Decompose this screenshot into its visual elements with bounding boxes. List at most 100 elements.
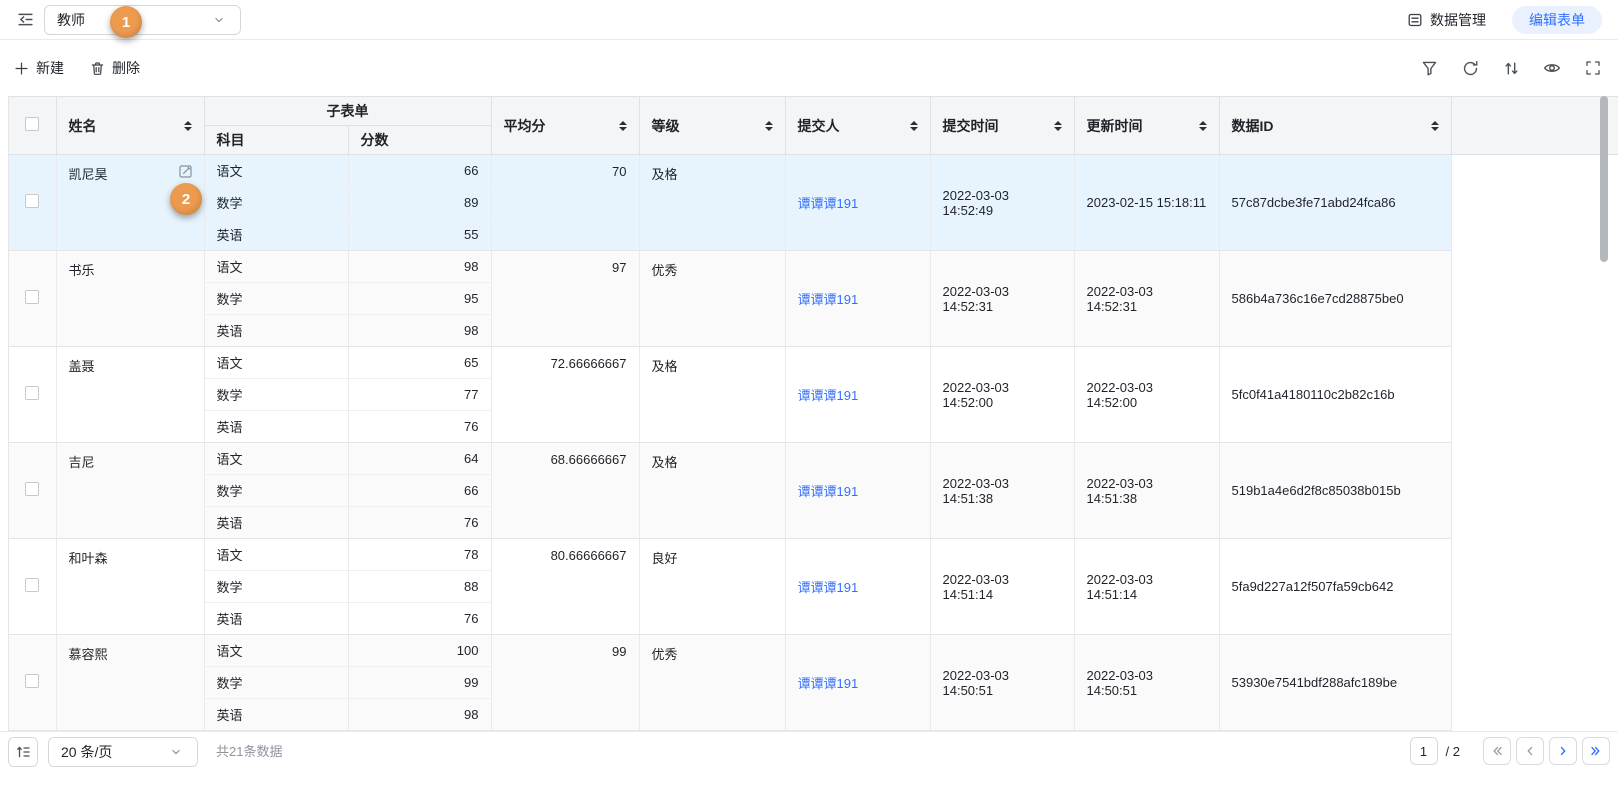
col-header-score: 分数 bbox=[348, 126, 491, 155]
row-checkbox[interactable] bbox=[25, 386, 39, 400]
score-cell: 89 bbox=[348, 187, 491, 219]
edit-form-button[interactable]: 编辑表单 bbox=[1512, 6, 1602, 34]
filter-icon[interactable] bbox=[1418, 57, 1440, 79]
update-time-cell: 2022-03-03 14:51:38 bbox=[1074, 443, 1219, 539]
select-all-checkbox[interactable] bbox=[25, 117, 39, 131]
row-select-cell bbox=[9, 443, 56, 539]
average-cell: 70 bbox=[491, 155, 639, 251]
student-name-cell: 和叶森 bbox=[56, 539, 204, 635]
sort-caret-icon[interactable] bbox=[619, 121, 627, 131]
score-cell: 77 bbox=[348, 379, 491, 411]
col-header-submit-time[interactable]: 提交时间 bbox=[930, 97, 1074, 155]
subject-cell: 数学 bbox=[204, 379, 348, 411]
submitter-link[interactable]: 谭谭谭191 bbox=[798, 484, 859, 499]
row-checkbox[interactable] bbox=[25, 194, 39, 208]
menu-fold-icon[interactable] bbox=[14, 9, 36, 31]
average-cell: 97 bbox=[491, 251, 639, 347]
sort-caret-icon[interactable] bbox=[1199, 121, 1207, 131]
submitter-link[interactable]: 谭谭谭191 bbox=[798, 580, 859, 595]
trash-icon bbox=[90, 61, 105, 76]
col-header-submitter[interactable]: 提交人 bbox=[785, 97, 930, 155]
table-row[interactable]: 书乐语文9897优秀谭谭谭1912022-03-03 14:52:312022-… bbox=[9, 251, 1618, 283]
data-manage-label: 数据管理 bbox=[1430, 10, 1486, 30]
visibility-eye-icon[interactable] bbox=[1541, 57, 1563, 79]
score-cell: 98 bbox=[348, 251, 491, 283]
col-header-name[interactable]: 姓名 bbox=[56, 97, 204, 155]
sort-caret-icon[interactable] bbox=[1431, 121, 1439, 131]
score-cell: 76 bbox=[348, 411, 491, 443]
submitter-link[interactable]: 谭谭谭191 bbox=[798, 676, 859, 691]
row-height-button[interactable] bbox=[8, 737, 38, 767]
new-record-button[interactable]: 新建 bbox=[14, 58, 64, 78]
edit-row-icon[interactable] bbox=[178, 163, 194, 182]
student-name-cell: 吉尼 bbox=[56, 443, 204, 539]
col-header-grade[interactable]: 等级 bbox=[639, 97, 785, 155]
subject-cell: 数学 bbox=[204, 187, 348, 219]
table-row[interactable]: 吉尼语文6468.66666667及格谭谭谭1912022-03-03 14:5… bbox=[9, 443, 1618, 475]
filler-cell bbox=[1451, 155, 1618, 251]
grade-cell: 及格 bbox=[639, 347, 785, 443]
row-checkbox[interactable] bbox=[25, 482, 39, 496]
student-name: 盖聂 bbox=[69, 359, 95, 374]
row-select-cell bbox=[9, 347, 56, 443]
submitter-link[interactable]: 谭谭谭191 bbox=[798, 292, 859, 307]
fullscreen-icon[interactable] bbox=[1582, 57, 1604, 79]
col-header-average[interactable]: 平均分 bbox=[491, 97, 639, 155]
student-name-cell: 书乐 bbox=[56, 251, 204, 347]
first-page-button[interactable] bbox=[1483, 737, 1511, 765]
refresh-icon[interactable] bbox=[1459, 57, 1481, 79]
score-cell: 55 bbox=[348, 219, 491, 251]
data-manage-button[interactable]: 数据管理 bbox=[1407, 10, 1486, 30]
submit-time-cell: 2022-03-03 14:52:49 bbox=[930, 155, 1074, 251]
last-page-button[interactable] bbox=[1582, 737, 1610, 765]
double-chevron-right-icon bbox=[1589, 744, 1603, 758]
delete-record-button[interactable]: 删除 bbox=[90, 58, 140, 78]
plus-icon bbox=[14, 61, 29, 76]
data-id-cell: 519b1a4e6d2f8c85038b015b bbox=[1219, 443, 1451, 539]
average-cell: 80.66666667 bbox=[491, 539, 639, 635]
submitter-link[interactable]: 谭谭谭191 bbox=[798, 196, 859, 211]
table-row[interactable]: 和叶森语文7880.66666667良好谭谭谭1912022-03-03 14:… bbox=[9, 539, 1618, 571]
sort-caret-icon[interactable] bbox=[910, 121, 918, 131]
table-row[interactable]: 盖聂语文6572.66666667及格谭谭谭1912022-03-03 14:5… bbox=[9, 347, 1618, 379]
total-count-label: 共21条数据 bbox=[216, 737, 282, 767]
grade-cell: 良好 bbox=[639, 539, 785, 635]
submitter-link[interactable]: 谭谭谭191 bbox=[798, 388, 859, 403]
student-name: 吉尼 bbox=[69, 455, 95, 470]
form-selector[interactable]: 教师 bbox=[44, 5, 241, 35]
update-time-cell: 2022-03-03 14:52:00 bbox=[1074, 347, 1219, 443]
subject-cell: 数学 bbox=[204, 283, 348, 315]
table-row[interactable]: 慕容熙语文10099优秀谭谭谭1912022-03-03 14:50:51202… bbox=[9, 635, 1618, 667]
row-checkbox[interactable] bbox=[25, 674, 39, 688]
score-cell: 64 bbox=[348, 443, 491, 475]
sort-icon[interactable] bbox=[1500, 57, 1522, 79]
vertical-scrollbar[interactable] bbox=[1600, 96, 1608, 262]
table-header: 姓名 子表单 平均分 等级 提交人 bbox=[9, 97, 1618, 155]
col-header-subject: 科目 bbox=[204, 126, 348, 155]
submitter-cell: 谭谭谭191 bbox=[785, 251, 930, 347]
col-header-update-time[interactable]: 更新时间 bbox=[1074, 97, 1219, 155]
row-checkbox[interactable] bbox=[25, 290, 39, 304]
submit-time-cell: 2022-03-03 14:51:38 bbox=[930, 443, 1074, 539]
update-time-cell: 2022-03-03 14:50:51 bbox=[1074, 635, 1219, 731]
row-checkbox[interactable] bbox=[25, 578, 39, 592]
subject-cell: 数学 bbox=[204, 475, 348, 507]
submitter-cell: 谭谭谭191 bbox=[785, 635, 930, 731]
prev-page-button[interactable] bbox=[1516, 737, 1544, 765]
sort-caret-icon[interactable] bbox=[1054, 121, 1062, 131]
page-size-select[interactable]: 20 条/页 bbox=[48, 737, 198, 767]
score-cell: 65 bbox=[348, 347, 491, 379]
sort-caret-icon[interactable] bbox=[765, 121, 773, 131]
student-name: 书乐 bbox=[69, 263, 95, 278]
grade-cell: 及格 bbox=[639, 443, 785, 539]
page-number-input[interactable]: 1 bbox=[1410, 737, 1438, 765]
table-row[interactable]: 凯尼昊语文6670及格谭谭谭1912022-03-03 14:52:492023… bbox=[9, 155, 1618, 187]
data-table: 姓名 子表单 平均分 等级 提交人 bbox=[8, 96, 1618, 731]
double-chevron-left-icon bbox=[1490, 744, 1504, 758]
subject-cell: 英语 bbox=[204, 603, 348, 635]
next-page-button[interactable] bbox=[1549, 737, 1577, 765]
data-id-cell: 53930e7541bdf288afc189be bbox=[1219, 635, 1451, 731]
average-cell: 72.66666667 bbox=[491, 347, 639, 443]
col-header-data-id[interactable]: 数据ID bbox=[1219, 97, 1451, 155]
sort-caret-icon[interactable] bbox=[184, 121, 192, 131]
